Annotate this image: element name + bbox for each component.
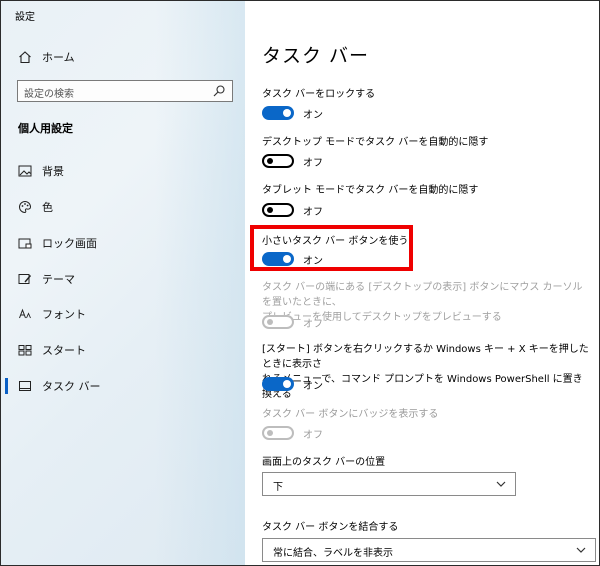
- search-placeholder: 設定の検索: [24, 89, 74, 100]
- sidebar-item-label: 色: [42, 201, 53, 214]
- combine-value: 常に結合、ラベルを非表示: [273, 548, 393, 559]
- sidebar-item-label: フォント: [42, 308, 86, 321]
- peek-toggle: [262, 315, 294, 329]
- page-title: タスク バー: [262, 45, 370, 67]
- peek-setting: オフ: [262, 314, 323, 330]
- toggle-state: オフ: [303, 429, 323, 441]
- position-label: 画面上のタスク バーの位置: [262, 457, 386, 468]
- lock-taskbar-toggle[interactable]: [262, 106, 294, 120]
- toggle-state: オフ: [303, 318, 323, 330]
- badges-label: タスク バー ボタンにバッジを表示する: [262, 409, 439, 420]
- powershell-toggle[interactable]: [262, 377, 294, 391]
- image-icon: [17, 163, 33, 179]
- sidebar-item-label: タスク バー: [42, 380, 101, 393]
- peek-label-line1: タスク バーの端にある [デスクトップの表示] ボタンにマウス カーソルを置いた…: [262, 282, 583, 308]
- autohide-desktop-label: デスクトップ モードでタスク バーを自動的に隠す: [262, 137, 489, 148]
- search-input[interactable]: 設定の検索: [17, 80, 233, 102]
- font-icon: [17, 306, 33, 322]
- app-title: 設定: [15, 12, 35, 23]
- chevron-down-icon: [496, 481, 506, 487]
- main-panel: タスク バー タスク バーをロックする オン デスクトップ モードでタスク バー…: [245, 1, 599, 565]
- sidebar-item-label: ロック画面: [42, 237, 97, 250]
- home-icon: [17, 49, 33, 65]
- sidebar-item-taskbar[interactable]: タスク バー: [1, 373, 245, 399]
- toggle-state: オフ: [303, 157, 323, 169]
- settings-window: 設定 ホーム 設定の検索 個人用設定 背景 色 ロック画面 テーマ フォント ス…: [0, 0, 600, 566]
- sidebar-item-theme[interactable]: テーマ: [1, 266, 245, 292]
- sidebar: 設定 ホーム 設定の検索 個人用設定 背景 色 ロック画面 テーマ フォント ス…: [1, 1, 245, 565]
- badges-setting: オフ: [262, 425, 323, 441]
- autohide-desktop-toggle[interactable]: [262, 154, 294, 168]
- theme-icon: [17, 271, 33, 287]
- combine-dropdown[interactable]: 常に結合、ラベルを非表示: [262, 538, 596, 562]
- section-title: 個人用設定: [18, 122, 73, 135]
- palette-icon: [17, 199, 33, 215]
- search-icon: [213, 85, 225, 97]
- taskbar-icon: [17, 378, 33, 394]
- position-value: 下: [273, 482, 283, 493]
- sidebar-item-lock-screen[interactable]: ロック画面: [1, 230, 245, 256]
- position-dropdown[interactable]: 下: [262, 472, 516, 496]
- autohide-tablet-setting: オフ: [262, 202, 323, 218]
- sidebar-item-label: 背景: [42, 165, 64, 178]
- powershell-setting: オン: [262, 376, 323, 392]
- sidebar-item-label: スタート: [42, 344, 86, 357]
- highlight-box: [250, 225, 413, 271]
- sidebar-item-label: テーマ: [42, 273, 75, 286]
- lock-taskbar-setting: オン: [262, 105, 323, 121]
- sidebar-item-color[interactable]: 色: [1, 194, 245, 220]
- sidebar-item-home[interactable]: ホーム: [1, 44, 245, 70]
- toggle-state: オン: [303, 380, 323, 392]
- lock-taskbar-label: タスク バーをロックする: [262, 89, 376, 100]
- autohide-desktop-setting: オフ: [262, 153, 323, 169]
- powershell-label: [スタート] ボタンを右クリックするか Windows キー + X キーを押し…: [262, 342, 592, 402]
- lock-screen-icon: [17, 235, 33, 251]
- toggle-state: オン: [303, 109, 323, 121]
- autohide-tablet-label: タブレット モードでタスク バーを自動的に隠す: [262, 185, 479, 196]
- sidebar-item-font[interactable]: フォント: [1, 301, 245, 327]
- sidebar-item-background[interactable]: 背景: [1, 158, 245, 184]
- autohide-tablet-toggle[interactable]: [262, 203, 294, 217]
- badges-toggle: [262, 426, 294, 440]
- active-indicator: [5, 378, 8, 394]
- toggle-state: オフ: [303, 206, 323, 218]
- sidebar-item-label: ホーム: [42, 51, 75, 64]
- chevron-down-icon: [576, 547, 586, 553]
- powershell-label-line1: [スタート] ボタンを右クリックするか Windows キー + X キーを押し…: [262, 344, 589, 370]
- sidebar-item-start[interactable]: スタート: [1, 337, 245, 363]
- combine-label: タスク バー ボタンを結合する: [262, 522, 399, 533]
- start-icon: [17, 342, 33, 358]
